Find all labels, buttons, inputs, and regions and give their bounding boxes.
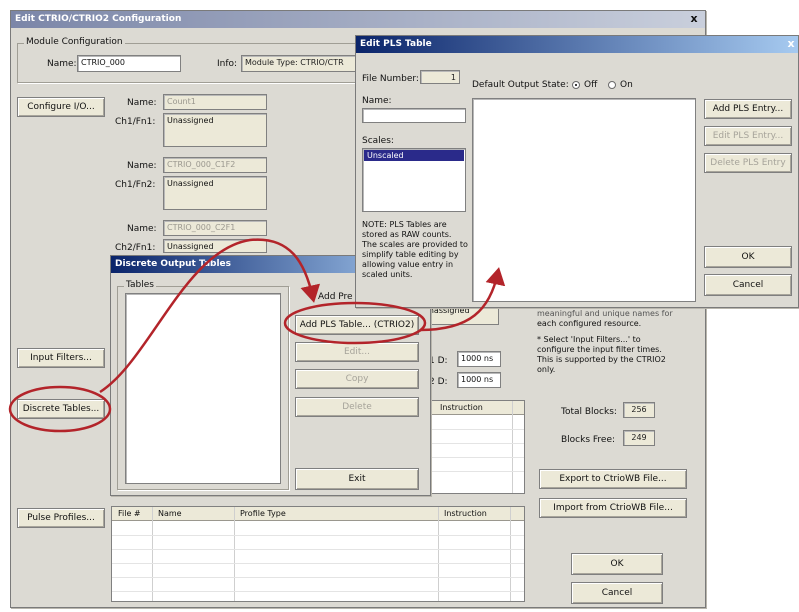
total-blocks-value: 256 xyxy=(623,402,655,418)
ch1fn1-label: Ch1/Fn1: xyxy=(115,117,156,127)
pulse-profiles-grid[interactable]: File # Name Profile Type Instruction xyxy=(111,506,525,602)
file-number-column-header: File # xyxy=(118,509,141,518)
exit-button[interactable]: Exit xyxy=(295,468,419,490)
add-pls-table-button[interactable]: Add PLS Table... (CTRIO2) xyxy=(295,315,419,335)
tables-group-label: Tables xyxy=(124,280,156,290)
scales-label: Scales: xyxy=(362,136,394,146)
scales-listbox[interactable]: Unscaled xyxy=(362,148,466,212)
help-line: configure the input filter times. xyxy=(537,345,662,354)
help-line: * Select 'Input Filters...' to xyxy=(537,335,641,344)
filter2-label: 2 D: xyxy=(429,377,448,387)
file-number-label: File Number: xyxy=(362,74,419,84)
export-ctriowb-button[interactable]: Export to CtrioWB File... xyxy=(539,469,687,489)
ch1fn1-name-label: Name: xyxy=(127,98,157,108)
ch1fn1-assignment: Unassigned xyxy=(163,113,267,147)
off-radio[interactable] xyxy=(572,81,580,89)
instruction-column-header: Instruction xyxy=(444,509,487,518)
scale-item-unscaled[interactable]: Unscaled xyxy=(364,150,464,161)
help-line-partial-1: meaningful and unique names for xyxy=(537,309,673,318)
main-cancel-button[interactable]: Cancel xyxy=(571,582,663,604)
import-ctriowb-button[interactable]: Import from CtrioWB File... xyxy=(539,498,687,518)
info-label: Info: xyxy=(217,59,238,69)
ch1fn2-assignment: Unassigned xyxy=(163,176,267,210)
on-radio-label: On xyxy=(620,80,633,90)
discrete-grid-partial[interactable]: Instruction xyxy=(429,400,525,494)
filter2-field[interactable]: 1000 ns xyxy=(457,372,501,388)
ch2fn1-name-label: Name: xyxy=(127,224,157,234)
copy-table-button[interactable]: Copy xyxy=(295,369,419,389)
file-number-field: 1 xyxy=(420,70,460,84)
on-radio[interactable] xyxy=(608,81,616,89)
instruction-column-header: Instruction xyxy=(440,403,483,412)
off-radio-label: Off xyxy=(584,80,598,90)
ch2fn1-label: Ch2/Fn1: xyxy=(115,243,156,253)
configure-io-button[interactable]: Configure I/O... xyxy=(17,97,105,117)
delete-table-button[interactable]: Delete xyxy=(295,397,419,417)
module-info-field: Module Type: CTRIO/CTR xyxy=(241,55,371,72)
total-blocks-label: Total Blocks: xyxy=(561,407,617,417)
ch2fn1-assignment: Unassigned xyxy=(163,239,267,253)
ch1fn2-name-label: Name: xyxy=(127,161,157,171)
filter1-field[interactable]: 1000 ns xyxy=(457,351,501,367)
profile-type-column-header: Profile Type xyxy=(240,509,286,518)
close-icon[interactable]: x xyxy=(687,13,701,26)
pls-dialog-titlebar[interactable]: Edit PLS Table xyxy=(356,36,798,53)
module-name-input[interactable]: CTRIO_000 xyxy=(77,55,181,72)
tables-listbox[interactable] xyxy=(125,293,281,484)
blocks-free-label: Blocks Free: xyxy=(561,435,616,445)
edit-table-button[interactable]: Edit... xyxy=(295,342,419,362)
add-preset-button-partial[interactable]: Add Pre xyxy=(318,292,353,302)
help-line-partial-2: each configured resource. xyxy=(537,319,642,328)
close-icon[interactable]: x xyxy=(784,38,798,51)
pulse-profiles-button[interactable]: Pulse Profiles... xyxy=(17,508,105,528)
name-column-header: Name xyxy=(158,509,182,518)
help-text: meaningful and unique names for each con… xyxy=(537,309,677,375)
add-pls-entry-button[interactable]: Add PLS Entry... xyxy=(704,99,792,119)
pls-name-input[interactable] xyxy=(362,108,466,123)
main-ok-button[interactable]: OK xyxy=(571,553,663,575)
module-configuration-label: Module Configuration xyxy=(24,37,125,47)
blocks-free-value: 249 xyxy=(623,430,655,446)
default-output-state-label: Default Output State: xyxy=(472,80,569,90)
grid-header: File # Name Profile Type Instruction xyxy=(112,507,524,521)
edit-pls-entry-button[interactable]: Edit PLS Entry... xyxy=(704,126,792,146)
input-filters-button[interactable]: Input Filters... xyxy=(17,348,105,368)
ch1fn1-name-field: Count1 xyxy=(163,94,267,110)
pls-ok-button[interactable]: OK xyxy=(704,246,792,268)
pls-entries-listbox[interactable] xyxy=(472,98,696,302)
module-name-label: Name: xyxy=(47,59,77,69)
pls-note: NOTE: PLS Tables are stored as RAW count… xyxy=(362,220,468,279)
delete-pls-entry-button[interactable]: Delete PLS Entry xyxy=(704,153,792,173)
pls-cancel-button[interactable]: Cancel xyxy=(704,274,792,296)
edit-pls-table-dialog: Edit PLS Table x File Number: 1 Default … xyxy=(355,35,799,308)
discrete-tables-button[interactable]: Discrete Tables... xyxy=(17,399,105,419)
ch1fn2-label: Ch1/Fn2: xyxy=(115,180,156,190)
help-line: only. xyxy=(537,365,556,374)
ch1fn2-name-field: CTRIO_000_C1F2 xyxy=(163,157,267,173)
pls-name-label: Name: xyxy=(362,96,392,106)
main-window-titlebar[interactable]: Edit CTRIO/CTRIO2 Configuration xyxy=(11,11,705,28)
filter1-label: 1 D: xyxy=(429,356,448,366)
ch2fn1-name-field: CTRIO_000_C2F1 xyxy=(163,220,267,236)
grid-header: Instruction xyxy=(430,401,524,415)
help-line: This is supported by the CTRIO2 xyxy=(537,355,666,364)
